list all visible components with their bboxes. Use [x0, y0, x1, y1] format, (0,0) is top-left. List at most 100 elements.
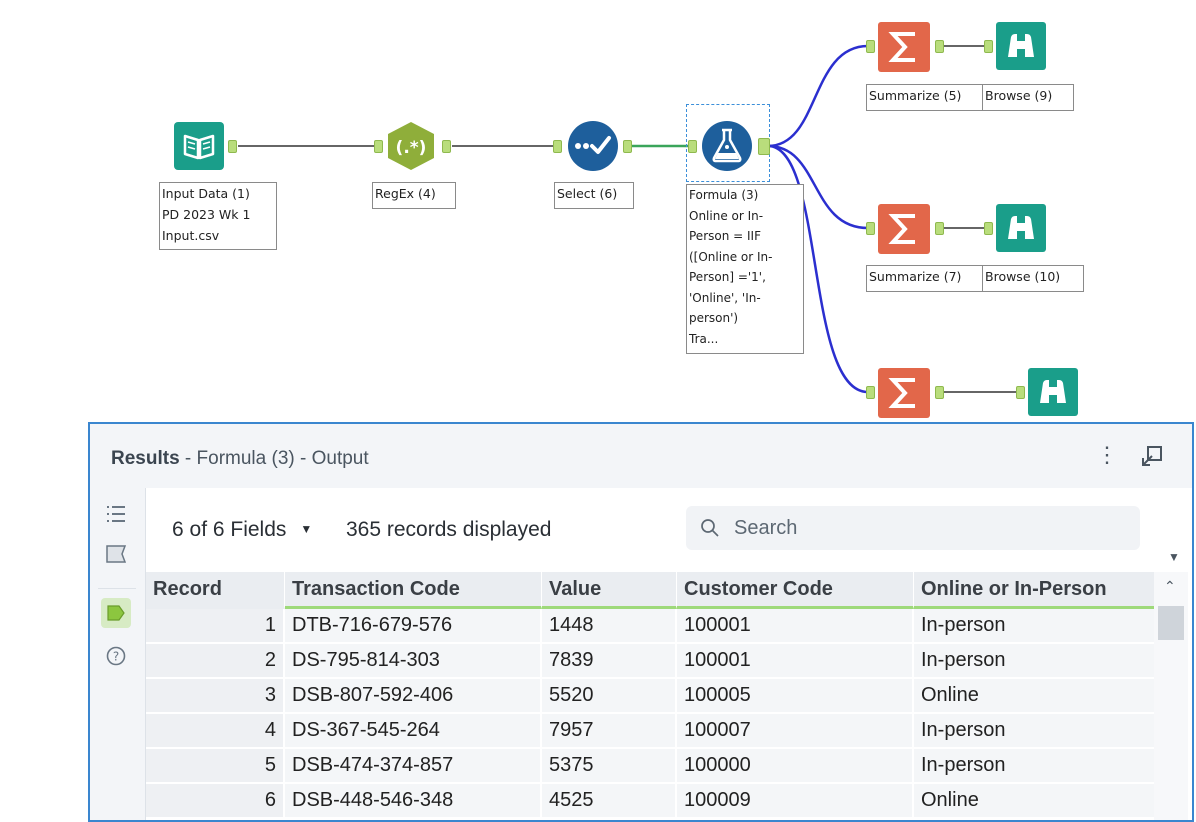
summarize7-input-anchor[interactable] — [866, 222, 875, 235]
online-or-in-person-cell[interactable]: In-person — [914, 609, 1159, 644]
results-title: Results - Formula (3) - Output — [111, 448, 369, 469]
value-cell[interactable]: 7839 — [542, 644, 677, 679]
value-cell[interactable]: 4525 — [542, 784, 677, 819]
transaction-code-cell[interactable]: DS-367-545-264 — [285, 714, 542, 749]
chevron-down-icon: ▼ — [300, 522, 313, 536]
transaction-code-cell[interactable]: DS-795-814-303 — [285, 644, 542, 679]
more-options-icon[interactable]: ⋮ — [1096, 444, 1118, 466]
search-placeholder: Search — [734, 517, 798, 539]
browse-3-input-anchor[interactable] — [1016, 386, 1025, 399]
record-cell: 6 — [146, 784, 285, 819]
customer-code-cell[interactable]: 100000 — [677, 749, 914, 784]
data-tag-icon[interactable] — [101, 598, 131, 628]
summarize7-output-anchor[interactable] — [935, 222, 944, 235]
regex-tool[interactable]: (.*) — [384, 120, 438, 172]
online-or-in-person-cell[interactable]: Online — [914, 784, 1159, 819]
summarize-3-input-anchor[interactable] — [866, 386, 875, 399]
search-icon — [701, 519, 719, 537]
table-row[interactable]: 5 DSB-474-374-857 5375 100000 In-person — [146, 749, 1159, 784]
transaction-code-cell[interactable]: DSB-474-374-857 — [285, 749, 542, 784]
select-input-anchor[interactable] — [553, 140, 562, 153]
select-output-anchor[interactable] — [623, 140, 632, 153]
customer-code-cell[interactable]: 100009 — [677, 784, 914, 819]
column-header-online-or-in-person[interactable]: Online or In-Person — [914, 572, 1159, 609]
regex-input-anchor[interactable] — [374, 140, 383, 153]
table-row[interactable]: 2 DS-795-814-303 7839 100001 In-person — [146, 644, 1159, 679]
browse9-tool[interactable] — [996, 22, 1046, 70]
table-row[interactable]: 6 DSB-448-546-348 4525 100009 Online — [146, 784, 1159, 819]
column-header-customer-code[interactable]: Customer Code — [677, 572, 914, 609]
book-icon — [183, 134, 215, 160]
value-cell[interactable]: 7957 — [542, 714, 677, 749]
transaction-code-cell[interactable]: DSB-448-546-348 — [285, 784, 542, 819]
browse9-label: Browse (9) — [982, 84, 1074, 111]
transaction-code-cell[interactable]: DTB-716-679-576 — [285, 609, 542, 644]
select-tool[interactable] — [566, 120, 620, 172]
binoculars-icon — [1040, 380, 1066, 403]
fields-dropdown[interactable]: 6 of 6 Fields ▼ — [172, 518, 312, 542]
browse9-input-anchor[interactable] — [984, 40, 993, 53]
summarize7-tool[interactable] — [878, 204, 930, 254]
regex-label: RegEx (4) — [372, 182, 456, 209]
sigma-icon — [888, 214, 915, 244]
formula-tool[interactable] — [700, 120, 754, 172]
value-cell[interactable]: 5375 — [542, 749, 677, 784]
binoculars-icon — [1008, 34, 1034, 57]
online-or-in-person-cell[interactable]: In-person — [914, 644, 1159, 679]
column-header-value[interactable]: Value — [542, 572, 677, 609]
transaction-code-cell[interactable]: DSB-807-592-406 — [285, 679, 542, 714]
select-label: Select (6) — [554, 182, 634, 209]
table-row[interactable]: 4 DS-367-545-264 7957 100007 In-person — [146, 714, 1159, 749]
summarize5-input-anchor[interactable] — [866, 40, 875, 53]
help-icon[interactable]: ? — [105, 645, 127, 667]
formula-label: Formula (3) Online or In- Person = IIF (… — [686, 184, 804, 354]
value-cell[interactable]: 1448 — [542, 609, 677, 644]
records-count: 365 records displayed — [346, 518, 552, 541]
input-data-tool[interactable] — [174, 122, 224, 170]
value-cell[interactable]: 5520 — [542, 679, 677, 714]
connection-formula-summarize5 — [767, 44, 869, 148]
results-toolbar: 6 of 6 Fields ▼ 365 records displayed Sea… — [146, 488, 1192, 572]
list-icon[interactable] — [105, 503, 127, 525]
table-row[interactable]: 1 DTB-716-679-576 1448 100001 In-person — [146, 609, 1159, 644]
formula-output-anchor[interactable] — [758, 138, 770, 155]
regex-output-anchor[interactable] — [442, 140, 451, 153]
summarize5-output-anchor[interactable] — [935, 40, 944, 53]
record-cell: 5 — [146, 749, 285, 784]
customer-code-cell[interactable]: 100001 — [677, 609, 914, 644]
select-check-icon — [568, 121, 618, 171]
undock-icon[interactable] — [1140, 444, 1164, 474]
online-or-in-person-cell[interactable]: In-person — [914, 749, 1159, 784]
input-data-label: Input Data (1) PD 2023 Wk 1 Input.csv — [159, 182, 277, 250]
formula-input-anchor[interactable] — [688, 140, 697, 153]
customer-code-cell[interactable]: 100005 — [677, 679, 914, 714]
record-cell: 2 — [146, 644, 285, 679]
record-cell: 4 — [146, 714, 285, 749]
sigma-icon — [888, 32, 915, 62]
column-header-record[interactable]: Record — [146, 572, 285, 609]
customer-code-cell[interactable]: 100007 — [677, 714, 914, 749]
summarize-3-output-anchor[interactable] — [935, 386, 944, 399]
column-header-transaction-code[interactable]: Transaction Code — [285, 572, 542, 609]
browse10-tool[interactable] — [996, 204, 1046, 252]
flask-icon — [702, 121, 752, 171]
summarize-3-tool[interactable] — [878, 368, 930, 418]
sigma-icon — [888, 378, 915, 408]
input-data-output-anchor[interactable] — [228, 140, 237, 153]
results-sidebar: ? — [90, 488, 146, 820]
scrollbar-thumb[interactable] — [1158, 606, 1184, 640]
table-row[interactable]: 3 DSB-807-592-406 5520 100005 Online — [146, 679, 1159, 714]
browse10-input-anchor[interactable] — [984, 222, 993, 235]
online-or-in-person-cell[interactable]: Online — [914, 679, 1159, 714]
vertical-scrollbar[interactable]: ⌃ — [1154, 572, 1188, 820]
search-input[interactable]: Search — [686, 506, 1140, 550]
scroll-menu-icon[interactable]: ▼ — [1168, 550, 1180, 564]
customer-code-cell[interactable]: 100001 — [677, 644, 914, 679]
metadata-icon[interactable] — [105, 543, 127, 565]
online-or-in-person-cell[interactable]: In-person — [914, 714, 1159, 749]
scroll-up-icon[interactable]: ⌃ — [1164, 578, 1176, 595]
summarize5-tool[interactable] — [878, 22, 930, 72]
browse10-label: Browse (10) — [982, 265, 1084, 292]
browse-3-tool[interactable] — [1028, 368, 1078, 416]
results-table: Record Transaction Code Value Customer C… — [146, 572, 1159, 819]
